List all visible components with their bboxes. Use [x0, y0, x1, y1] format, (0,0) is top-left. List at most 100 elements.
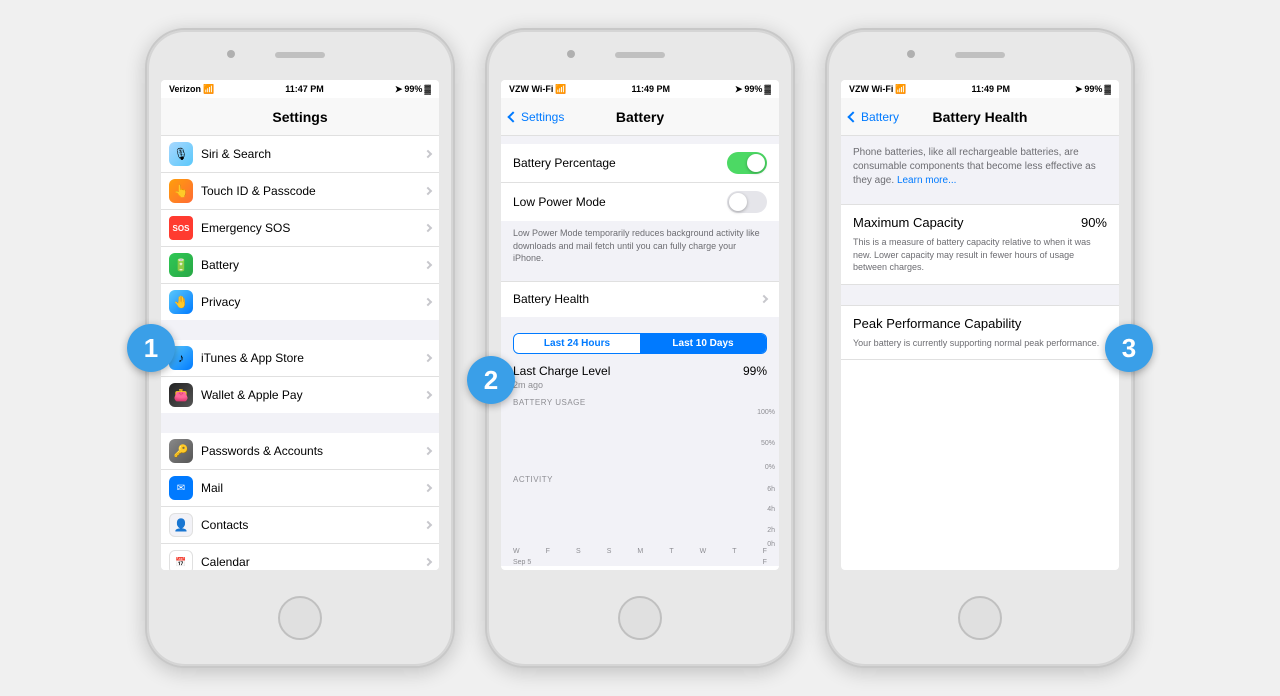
settings-item-battery[interactable]: 🔋 Battery [161, 247, 439, 284]
act-2h: 2h [767, 527, 775, 534]
charge-level-row: Last Charge Level 99% [501, 360, 779, 380]
usage-0-label: 0% [765, 464, 775, 471]
peak-desc: Your battery is currently supporting nor… [853, 337, 1107, 350]
phone3-home-button[interactable] [958, 596, 1002, 640]
low-power-toggle[interactable] [727, 191, 767, 213]
settings-item-privacy[interactable]: 🤚 Privacy [161, 284, 439, 320]
privacy-chevron [424, 298, 432, 306]
phone1-battery-pct: 99% [404, 84, 422, 94]
usage-100-label: 100% [757, 409, 775, 416]
contacts-chevron [424, 521, 432, 529]
touchid-icon: 👆 [169, 179, 193, 203]
phone1-speaker [275, 52, 325, 58]
usage-50-label: 50% [761, 440, 775, 447]
settings-item-sos[interactable]: SOS Emergency SOS [161, 210, 439, 247]
itunes-chevron [424, 354, 432, 362]
phone2-top-spacer [501, 136, 779, 144]
settings-item-wallet[interactable]: 👛 Wallet & Apple Pay [161, 377, 439, 413]
activity-chart: 6h 4h 2h 0h [501, 486, 779, 548]
phone2-battery-screen: Battery Percentage Low Power Mode Low Po… [501, 136, 779, 566]
phone3-back-label: Battery [861, 110, 899, 124]
act-6h: 6h [767, 486, 775, 493]
privacy-label: Privacy [201, 295, 425, 309]
battery-health-screen: Phone batteries, like all rechargeable b… [841, 136, 1119, 360]
settings-item-calendar[interactable]: 📅 Calendar [161, 544, 439, 570]
max-capacity-title: Maximum Capacity [853, 215, 964, 230]
phone1-home-button[interactable] [278, 596, 322, 640]
phone1-time: 11:47 PM [285, 84, 324, 94]
phone3-wifi: 📶 [895, 84, 906, 95]
privacy-icon: 🤚 [169, 290, 193, 314]
battery-chevron [424, 261, 432, 269]
phone1: Verizon 📶 11:47 PM ➤ 99% ▓ Settings [145, 28, 455, 668]
siri-icon: 🎙 [169, 142, 193, 166]
phone2-home-button[interactable] [618, 596, 662, 640]
phone3-back-chevron [847, 111, 858, 122]
chart-tab-10d[interactable]: Last 10 Days [640, 334, 766, 353]
settings-item-contacts[interactable]: 👤 Contacts [161, 507, 439, 544]
phone2-top [487, 30, 793, 80]
phone2-camera [567, 50, 575, 58]
phone3-screen: VZW Wi-Fi 📶 11:49 PM ➤ 99% ▓ Battery Bat… [841, 80, 1119, 570]
phone1-navbar: Settings [161, 98, 439, 136]
phone2-back-label: Settings [521, 110, 564, 124]
calendar-chevron [424, 558, 432, 566]
phone3-speaker [955, 52, 1005, 58]
siri-label: Siri & Search [201, 147, 425, 161]
phone1-wrapper: 1 Verizon 📶 11:47 PM ➤ 99% ▓ S [145, 28, 455, 668]
settings-item-itunes[interactable]: ♪ iTunes & App Store [161, 340, 439, 377]
passwords-label: Passwords & Accounts [201, 444, 425, 458]
charge-level-sub: 2m ago [501, 380, 779, 394]
phone2-back-button[interactable]: Settings [509, 110, 564, 124]
battery-health-row[interactable]: Battery Health [501, 281, 779, 317]
phone3-carrier: VZW Wi-Fi [849, 84, 893, 94]
phone3-back-button[interactable]: Battery [849, 110, 899, 124]
chart-tab-24h[interactable]: Last 24 Hours [514, 334, 640, 353]
settings-item-siri[interactable]: 🎙 Siri & Search [161, 136, 439, 173]
mail-label: Mail [201, 481, 425, 495]
battery-health-chevron [760, 295, 768, 303]
chart-tab-group: Last 24 Hours Last 10 Days [513, 333, 767, 354]
phone2-location: ➤ [735, 84, 743, 95]
max-capacity-section: Maximum Capacity 90% This is a measure o… [841, 204, 1119, 285]
wallet-label: Wallet & Apple Pay [201, 388, 425, 402]
phone1-wifi-icon: 📶 [203, 84, 214, 95]
touchid-label: Touch ID & Passcode [201, 184, 425, 198]
wallet-chevron [424, 391, 432, 399]
phone2-status-bar: VZW Wi-Fi 📶 11:49 PM ➤ 99% ▓ [501, 80, 779, 98]
phone1-settings-list: 🎙 Siri & Search 👆 Touch ID & Passcode SO… [161, 136, 439, 570]
battery-label: Battery [201, 258, 425, 272]
mail-chevron [424, 484, 432, 492]
phone3-wrapper: 3 VZW Wi-Fi 📶 11:49 PM ➤ 99% ▓ [825, 28, 1135, 668]
touchid-chevron [424, 187, 432, 195]
battery-percentage-row: Battery Percentage [501, 144, 779, 183]
divider-2 [161, 413, 439, 433]
sos-label: Emergency SOS [201, 221, 425, 235]
phone2: VZW Wi-Fi 📶 11:49 PM ➤ 99% ▓ Settings Ba… [485, 28, 795, 668]
phone3-camera [907, 50, 915, 58]
phone3-time: 11:49 PM [971, 84, 1010, 94]
act-4h: 4h [767, 506, 775, 513]
phone2-navbar: Settings Battery [501, 98, 779, 136]
activity-label: ACTIVITY [501, 471, 779, 486]
bh-learn-more[interactable]: Learn more... [897, 175, 956, 186]
settings-item-passwords[interactable]: 🔑 Passwords & Accounts [161, 433, 439, 470]
charge-level-label: Last Charge Level [513, 364, 610, 378]
phone2-speaker [615, 52, 665, 58]
battery-percentage-toggle[interactable] [727, 152, 767, 174]
phone1-location-icon: ➤ [395, 84, 403, 95]
act-0h: 0h [767, 541, 775, 548]
settings-group-1: 🎙 Siri & Search 👆 Touch ID & Passcode SO… [161, 136, 439, 320]
phone2-screen: VZW Wi-Fi 📶 11:49 PM ➤ 99% ▓ Settings Ba… [501, 80, 779, 570]
charge-level-value: 99% [743, 364, 767, 378]
low-power-desc: Low Power Mode temporarily reduces backg… [501, 221, 779, 273]
calendar-icon: 📅 [169, 550, 193, 570]
usage-bars [513, 409, 767, 464]
settings-item-touchid[interactable]: 👆 Touch ID & Passcode [161, 173, 439, 210]
phone2-bottom [618, 570, 662, 666]
mail-icon: ✉ [169, 476, 193, 500]
peak-row: Peak Performance Capability [853, 316, 1107, 331]
peak-title: Peak Performance Capability [853, 316, 1021, 331]
activity-bars [513, 486, 767, 541]
settings-item-mail[interactable]: ✉ Mail [161, 470, 439, 507]
